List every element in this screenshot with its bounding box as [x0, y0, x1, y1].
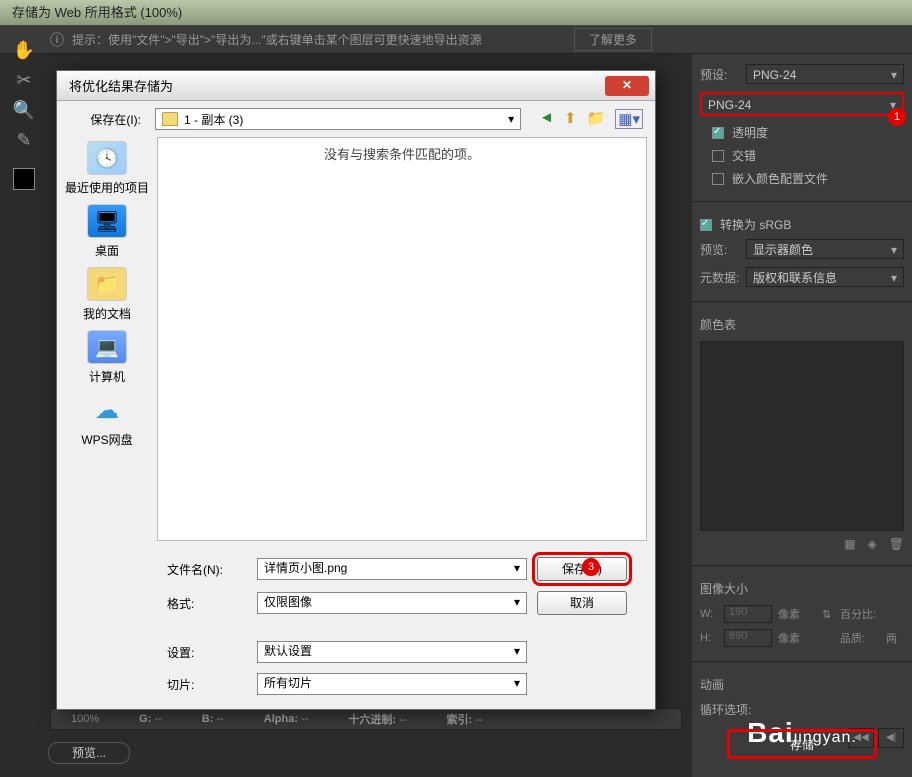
tip-text: 提示：使用"文件">"导出">"导出为..."或右键单击某个图层可更快速地导出资… [72, 31, 482, 48]
place-desktop[interactable]: 🖥 桌面 [87, 204, 127, 259]
info-icon: ⓘ [50, 30, 64, 50]
right-panel: 预设: PNG-24 PNG-24 1 透明度 交错 嵌入颜色配置文件 转换为 … [692, 54, 912, 777]
dialog-title: 将优化结果存储为 [63, 76, 173, 95]
learn-more-link[interactable]: 了解更多 [574, 28, 652, 51]
link-icon[interactable]: ⇅ [822, 608, 834, 621]
status-bar: 100% G: -- B: -- Alpha: -- 十六进制: -- 索引: … [50, 708, 682, 730]
convert-srgb-checkbox-row[interactable]: 转换为 sRGB [700, 216, 904, 233]
quality-label: 品质: [840, 630, 880, 646]
metadata-label: 元数据: [700, 269, 746, 286]
checkbox-icon [712, 150, 724, 162]
checkbox-checked-icon [700, 219, 712, 231]
cube-icon[interactable]: ▦ [844, 537, 855, 551]
anim-prev-button[interactable]: ◀| [878, 728, 904, 748]
eyedropper-tool-icon[interactable]: ✎ [10, 128, 38, 152]
preview-button[interactable]: 预览... [48, 742, 130, 764]
preset-select[interactable]: PNG-24 [746, 64, 904, 84]
filename-label: 文件名(N): [157, 561, 247, 578]
app-title-bar: 存储为 Web 所用格式 (100%) [0, 0, 912, 26]
tip-bar: ⓘ 提示：使用"文件">"导出">"导出为..."或右键单击某个图层可更快速地导… [0, 26, 912, 54]
transparency-checkbox-row[interactable]: 透明度 [712, 124, 904, 141]
places-sidebar: 🕓 最近使用的项目 🖥 桌面 📁 我的文档 💻 计算机 ☁ WPS网盘 [57, 137, 157, 549]
trash-icon[interactable]: 🗑 [889, 537, 904, 551]
color-table-area [700, 341, 904, 531]
format-select[interactable]: PNG-24 [700, 92, 904, 116]
zoom-tool-icon[interactable]: 🔍 [10, 98, 38, 122]
embed-profile-checkbox-row[interactable]: 嵌入颜色配置文件 [712, 170, 904, 187]
slice-tool-icon[interactable]: ✂ [10, 68, 38, 92]
up-folder-icon[interactable]: ⬆ [564, 109, 577, 129]
slices-field[interactable]: 所有切片 [257, 673, 527, 695]
loop-label: 循环选项: [700, 701, 760, 718]
back-icon[interactable]: ◄ [539, 109, 554, 129]
annotation-badge-1: 1 [888, 108, 906, 126]
view-mode-icon[interactable]: ▦▾ [615, 109, 643, 129]
place-wps[interactable]: ☁ WPS网盘 [81, 393, 132, 448]
folder-icon [162, 112, 178, 126]
app-title: 存储为 Web 所用格式 (100%) [12, 5, 182, 20]
place-computer[interactable]: 💻 计算机 [87, 330, 127, 385]
checkbox-checked-icon [712, 127, 724, 139]
dialog-toolbar: 保存在(I): 1 - 副本 (3) ◄ ⬆ 📁 ▦▾ [57, 101, 655, 137]
place-documents[interactable]: 📁 我的文档 [83, 267, 131, 322]
close-button[interactable]: ✕ [605, 76, 649, 96]
documents-icon: 📁 [87, 267, 127, 301]
width-label: W: [700, 608, 718, 620]
filename-field[interactable]: 详情页小图.png [257, 558, 527, 580]
color-table-icons: ▦ ◈ 🗑 [700, 537, 904, 551]
save-button-highlight[interactable]: 存储 [727, 729, 877, 759]
folder-combo[interactable]: 1 - 副本 (3) [155, 108, 521, 130]
file-list-area[interactable]: 没有与搜索条件匹配的项。 [157, 137, 647, 541]
place-recent[interactable]: 🕓 最近使用的项目 [65, 141, 149, 196]
px-label: 像素 [778, 630, 816, 646]
left-toolbar: ✋ ✂ 🔍 ✎ [4, 34, 44, 190]
preset-label: 预设: [700, 66, 746, 83]
quality-value: 两 [886, 630, 912, 646]
empty-message: 没有与搜索条件匹配的项。 [324, 147, 480, 162]
color-table-title: 颜色表 [700, 316, 904, 333]
recent-icon: 🕓 [87, 141, 127, 175]
save-in-label: 保存在(I): [69, 111, 147, 128]
slices-label: 切片: [157, 676, 247, 693]
metadata-select[interactable]: 版权和联系信息 [746, 267, 904, 287]
color-swatch[interactable] [13, 168, 35, 190]
preview-select[interactable]: 显示器颜色 [746, 239, 904, 259]
computer-icon: 💻 [87, 330, 127, 364]
dialog-title-bar[interactable]: 将优化结果存储为 ✕ [57, 71, 655, 101]
width-field[interactable]: 190 [724, 605, 772, 623]
cancel-button[interactable]: 取消 [537, 591, 627, 615]
px-label: 像素 [778, 606, 816, 622]
annotation-badge-3: 3 [582, 558, 600, 576]
settings-field[interactable]: 默认设置 [257, 641, 527, 663]
format-label: 格式: [157, 595, 247, 612]
percent-label: 百分比: [840, 606, 880, 622]
cube2-icon[interactable]: ◈ [868, 537, 877, 551]
image-size-title: 图像大小 [700, 580, 904, 597]
anim-title: 动画 [700, 676, 904, 693]
hand-tool-icon[interactable]: ✋ [10, 38, 38, 62]
height-field[interactable]: 690 [724, 629, 772, 647]
preview-label: 预览: [700, 241, 746, 258]
height-label: H: [700, 632, 718, 644]
zoom-level[interactable]: 100% [71, 713, 99, 725]
desktop-icon: 🖥 [87, 204, 127, 238]
format-field[interactable]: 仅限图像 [257, 592, 527, 614]
interlace-checkbox-row[interactable]: 交错 [712, 147, 904, 164]
settings-label: 设置: [157, 644, 247, 661]
save-dialog: 将优化结果存储为 ✕ 保存在(I): 1 - 副本 (3) ◄ ⬆ 📁 ▦▾ 🕓… [56, 70, 656, 710]
checkbox-icon [712, 173, 724, 185]
wps-cloud-icon: ☁ [87, 393, 127, 427]
new-folder-icon[interactable]: 📁 [587, 109, 606, 129]
